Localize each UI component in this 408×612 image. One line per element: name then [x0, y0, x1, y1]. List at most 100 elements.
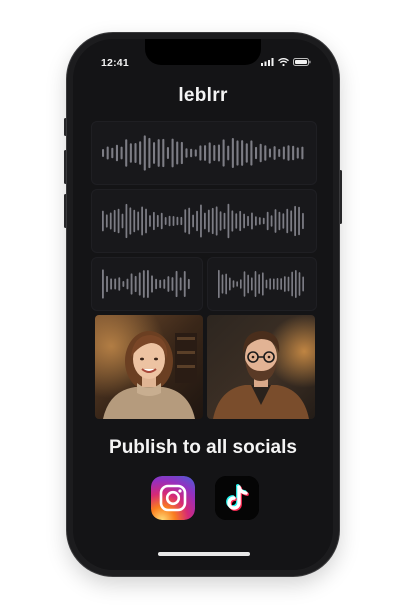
waveform-bar: [199, 145, 202, 161]
power-button: [339, 170, 342, 224]
waveform-bar: [262, 217, 265, 225]
waveform-bar: [142, 270, 145, 298]
waveform-bar: [270, 215, 273, 227]
waveform-bar: [147, 269, 149, 299]
status-icons: [261, 58, 311, 66]
waveform-bar: [273, 146, 276, 160]
waveform-bar: [240, 279, 242, 289]
waveform-bar: [255, 146, 258, 160]
waveform-bar: [213, 144, 216, 162]
waveform-bar: [282, 213, 285, 229]
cellular-signal-icon: [261, 58, 274, 66]
waveform-bar: [153, 142, 156, 164]
waveform-bar: [153, 211, 155, 231]
waveform-bar: [243, 213, 245, 229]
waveform-4: [218, 269, 304, 299]
waveform-bar: [200, 204, 202, 238]
waveform-bar: [117, 208, 120, 234]
waveform-bar: [125, 139, 128, 167]
waveform-bar: [229, 277, 231, 291]
waveform-bar: [215, 206, 218, 236]
waveform-bar: [286, 208, 289, 234]
waveform-bar: [236, 281, 238, 287]
waveform-bar: [243, 271, 246, 297]
waveform-bar: [239, 210, 242, 232]
status-time: 12:41: [101, 57, 129, 69]
waveform-bar: [219, 211, 222, 231]
waveform-bar: [106, 275, 108, 293]
waveform-bar: [176, 141, 179, 165]
waveform-bar: [194, 149, 197, 157]
tiktok-button[interactable]: [215, 476, 259, 520]
waveform-bar: [225, 273, 227, 295]
waveform-bar: [284, 276, 286, 292]
waveform-bar: [287, 276, 290, 292]
waveform-bar: [258, 274, 260, 294]
waveform-bar: [121, 213, 124, 229]
waveform-bar: [250, 140, 253, 166]
waveform-bar: [188, 207, 191, 235]
waveform-bar: [196, 210, 198, 232]
waveform-bar: [168, 215, 171, 227]
waveform-bar: [208, 142, 211, 164]
waveform-bar: [114, 278, 117, 290]
waveform-bar: [149, 215, 151, 227]
person-man-icon: [207, 315, 315, 419]
waveform-bar: [111, 147, 114, 159]
waveform-bar: [172, 216, 175, 226]
waveform-bar: [298, 272, 301, 296]
audio-track-2[interactable]: [91, 189, 317, 253]
waveform-bar: [122, 281, 125, 287]
waveform-bar: [231, 210, 234, 232]
waveform-bar: [166, 147, 169, 159]
waveform-bar: [218, 269, 220, 299]
instagram-button[interactable]: [151, 476, 195, 520]
audio-track-3[interactable]: [91, 257, 203, 311]
waveform-bar: [180, 141, 183, 165]
waveform-bar: [236, 140, 239, 166]
waveform-bar: [163, 279, 166, 289]
waveform-bar: [187, 278, 190, 290]
waveform-bar: [192, 214, 194, 228]
waveform-bar: [160, 212, 163, 230]
waveform-bar: [167, 276, 170, 292]
audio-track-1[interactable]: [91, 121, 317, 185]
phone-screen: 12:41 leblrr Publish to all socials: [73, 39, 333, 570]
audio-track-4[interactable]: [207, 257, 317, 311]
waveform-bar: [102, 210, 104, 232]
waveform-bar: [109, 212, 112, 230]
waveform-bar: [204, 145, 207, 161]
waveform-bar: [287, 145, 290, 161]
publish-heading: Publish to all socials: [109, 437, 297, 458]
video-feed-man[interactable]: [207, 315, 315, 419]
waveform-bar: [145, 208, 147, 234]
waveform-bar: [292, 145, 295, 161]
waveform-bar: [301, 146, 304, 160]
waveform-bar: [231, 137, 234, 169]
waveform-bar: [295, 270, 297, 298]
waveform-bar: [276, 278, 279, 290]
waveform-bar: [190, 148, 193, 158]
waveform-bar: [290, 210, 293, 232]
waveform-bar: [110, 278, 113, 290]
waveform-bar: [227, 203, 230, 239]
waveform-bar: [113, 209, 116, 233]
waveform-bar: [185, 148, 188, 158]
waveform-bar: [175, 270, 178, 298]
waveform-bar: [106, 146, 109, 160]
waveform-bar: [171, 277, 174, 291]
home-indicator[interactable]: [158, 552, 250, 556]
waveform-bar: [291, 271, 293, 297]
waveform-bar: [134, 143, 137, 163]
waveform-bar: [221, 274, 224, 294]
person-woman-icon: [95, 315, 203, 419]
video-feed-woman[interactable]: [95, 315, 203, 419]
waveform-2: [102, 203, 304, 239]
waveform-bar: [296, 147, 299, 159]
waveform-bar: [139, 141, 142, 165]
waveform-bar: [133, 209, 136, 233]
waveform-bar: [162, 138, 165, 168]
battery-icon: [293, 58, 311, 66]
waveform-bar: [126, 278, 129, 290]
waveform-bar: [102, 148, 105, 158]
